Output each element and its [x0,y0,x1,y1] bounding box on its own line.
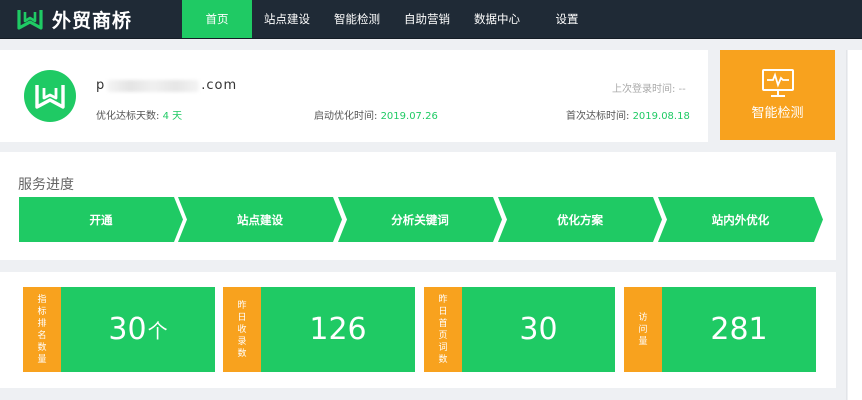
stat-card-indexed-yesterday[interactable]: 昨日收录数 126 [223,287,415,372]
stat-value-box: 281 [662,287,816,372]
stat-value: 30 [519,312,558,347]
avatar [24,70,76,122]
start-opt-value: 2019.07.26 [380,111,438,122]
progress-steps: 开通 站点建设 分析关键词 优化方案 站内外优化 [19,197,823,242]
stat-label: 昨日收录数 [223,287,261,372]
account-domain: p .com [96,78,237,93]
domain-prefix: p [96,78,106,93]
first-reach-time: 首次达标时间: 2019.08.18 [566,107,690,122]
start-opt-label: 启动优化时间: [314,111,378,122]
opt-days-label: 优化达标天数: [96,111,160,122]
stat-value-box: 126 [261,287,415,372]
stat-label: 指标排名数量 [23,287,61,372]
smart-check-label: 智能检测 [751,106,804,121]
opt-days-value: 4 天 [162,111,183,122]
service-progress-panel: 服务进度 开通 站点建设 分析关键词 优化方案 站内外优化 [0,152,836,260]
domain-masked [107,79,200,92]
progress-step: 开通 [19,197,183,242]
top-nav-bar: 外贸商桥 首页 站点建设 智能检测 自助营销 数据中心 设置 [0,0,862,39]
nav-item-site-building[interactable]: 站点建设 [252,0,322,38]
scroll-divider [846,50,847,400]
nav-item-smart-check[interactable]: 智能检测 [322,0,392,38]
monitor-pulse-icon [762,69,794,97]
brand-logo[interactable]: 外贸商桥 [16,4,132,34]
first-reach-label: 首次达标时间: [566,111,630,122]
nav-item-settings[interactable]: 设置 [532,0,602,38]
progress-step: 分析关键词 [338,197,502,242]
first-reach-value: 2019.08.18 [632,111,690,122]
progress-step: 站内外优化 [658,197,823,242]
stat-value: 30 [108,312,147,347]
nav-item-self-marketing[interactable]: 自助营销 [392,0,462,38]
domain-suffix: .com [201,78,238,93]
stat-value: 126 [309,312,367,347]
last-login-time: 上次登录时间: -- [612,84,686,95]
service-progress-title: 服务进度 [18,177,74,193]
smart-check-button[interactable]: 智能检测 [720,50,835,140]
stat-label: 访问量 [624,287,662,372]
opt-days: 优化达标天数: 4 天 [96,107,182,122]
stat-card-visits[interactable]: 访问量 281 [624,287,816,372]
nav-item-data-center[interactable]: 数据中心 [462,0,532,38]
progress-step: 站点建设 [178,197,342,242]
nav-item-home[interactable]: 首页 [182,0,252,38]
stat-label: 昨日首页词数 [424,287,462,372]
main-nav: 首页 站点建设 智能检测 自助营销 数据中心 设置 [182,0,602,38]
stat-value: 281 [710,312,768,347]
wq-avatar-icon [35,85,65,109]
stat-unit: 个 [147,319,168,343]
stat-value-box: 30 个 [61,287,215,372]
stat-value-box: 30 [462,287,615,372]
progress-step: 优化方案 [498,197,662,242]
brand-name: 外贸商桥 [52,9,133,32]
stat-card-homepage-keywords[interactable]: 昨日首页词数 30 [424,287,615,372]
wq-logo-icon [17,10,43,30]
start-opt-time: 启动优化时间: 2019.07.26 [314,107,438,122]
stats-panel: 指标排名数量 30 个 昨日收录数 126 昨日首页词数 30 访问量 281 [0,272,836,388]
right-gutter [848,50,862,400]
account-panel: p .com 上次登录时间: -- 优化达标天数: 4 天 启动优化时间: 201… [0,50,708,142]
stat-card-ranking-count[interactable]: 指标排名数量 30 个 [23,287,215,372]
